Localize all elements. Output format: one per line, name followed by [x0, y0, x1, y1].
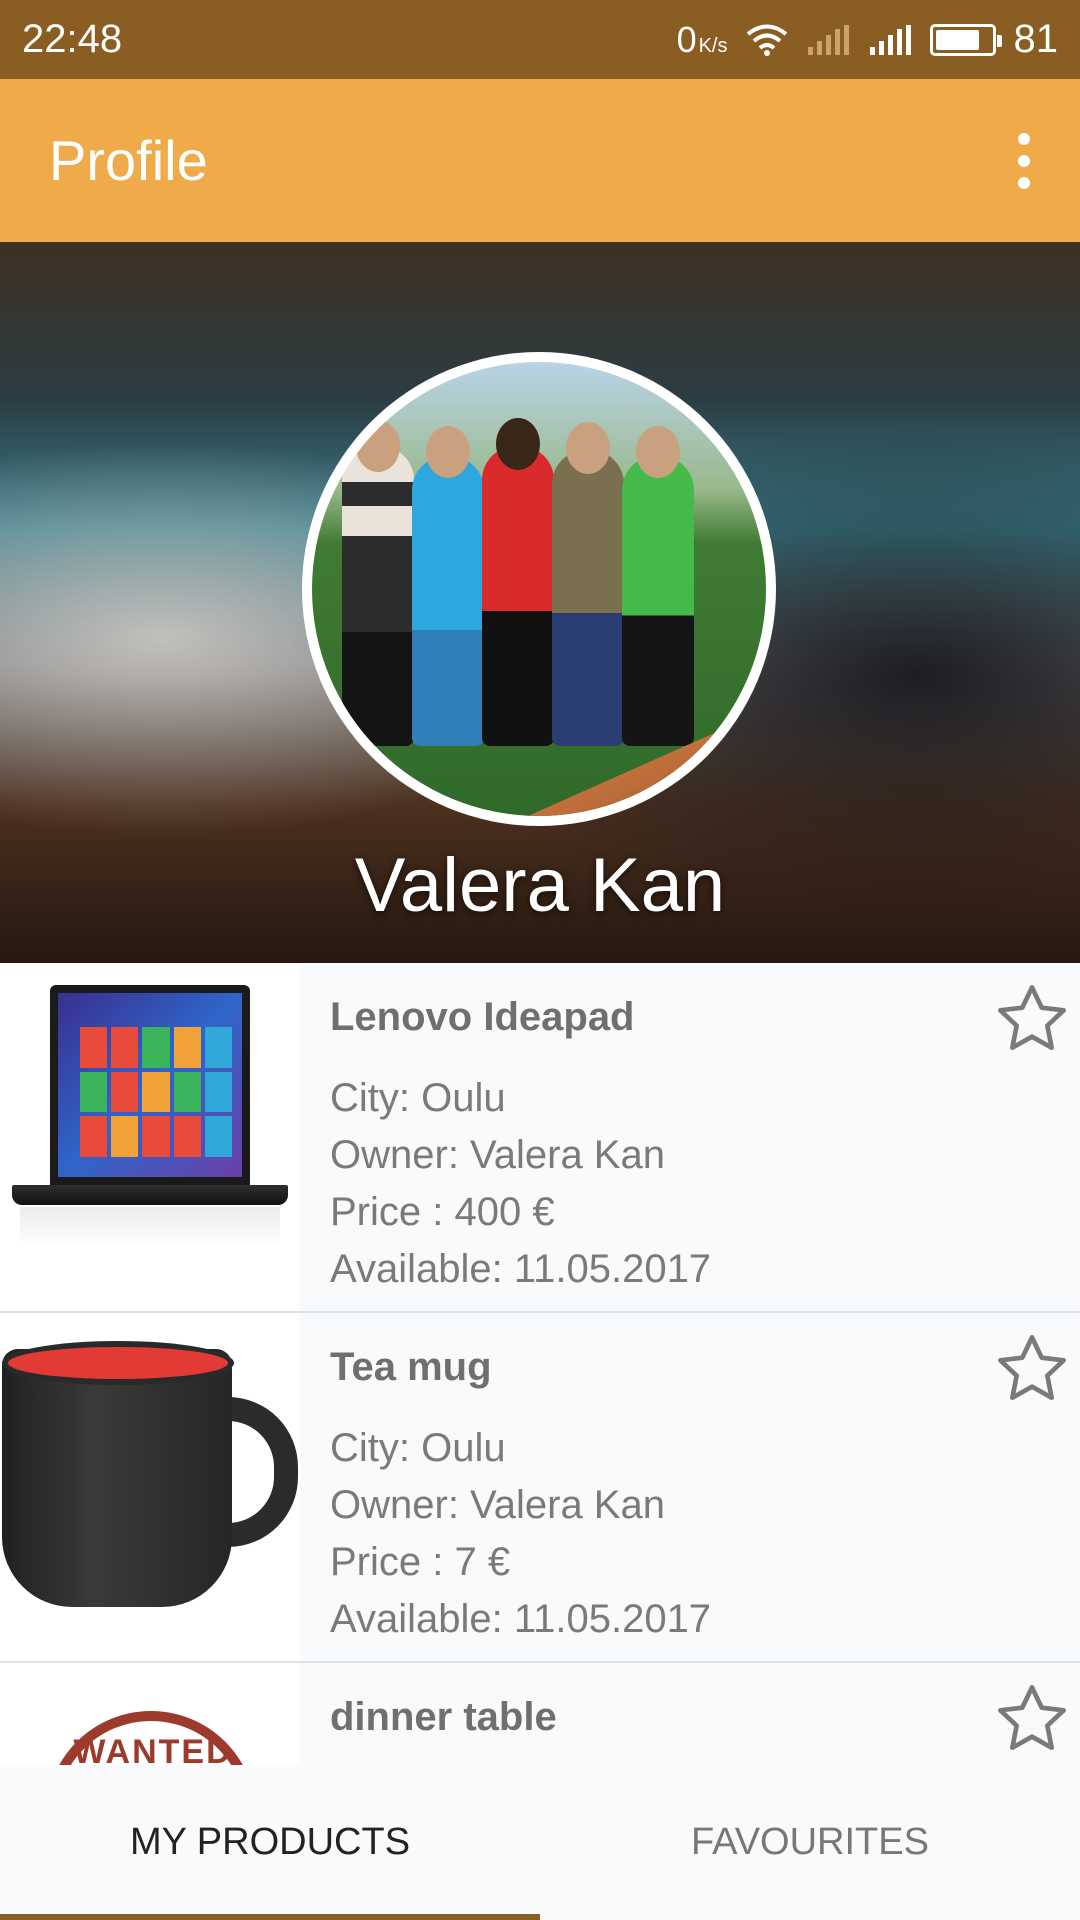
favourite-button[interactable]	[990, 1677, 1074, 1761]
product-title: dinner table	[330, 1695, 557, 1739]
star-outline-icon	[998, 985, 1066, 1050]
product-price: Price : 7 €	[330, 1540, 511, 1584]
product-title: Tea mug	[330, 1345, 492, 1389]
list-item[interactable]: Lenovo Ideapad City: Oulu Owner: Valera …	[0, 963, 1080, 1313]
product-info: Tea mug City: Oulu Owner: Valera Kan Pri…	[330, 1345, 970, 1648]
app-bar: Profile	[0, 79, 1080, 242]
list-item[interactable]: Tea mug City: Oulu Owner: Valera Kan Pri…	[0, 1313, 1080, 1663]
product-price: Price : 400 €	[330, 1190, 555, 1234]
star-outline-icon	[998, 1685, 1066, 1750]
network-speed-value: 0	[676, 18, 697, 60]
favourite-button[interactable]	[990, 1327, 1074, 1411]
page-title: Profile	[49, 129, 208, 192]
list-item[interactable]: WANTED dinner table	[0, 1663, 1080, 1765]
product-owner: Owner: Valera Kan	[330, 1483, 665, 1527]
tab-label: FAVOURITES	[691, 1821, 929, 1863]
status-indicators: 0 K/s 81	[677, 17, 1058, 62]
battery-level: 81	[1013, 17, 1059, 61]
signal-sim2-icon	[807, 24, 849, 55]
network-speed: 0 K/s	[677, 19, 728, 61]
profile-name: Valera Kan	[354, 843, 726, 928]
product-city: City: Oulu	[330, 1426, 506, 1470]
signal-icon	[869, 24, 911, 55]
tab-bar: MY PRODUCTS FAVOURITES	[0, 1765, 1080, 1920]
product-info: dinner table	[330, 1695, 970, 1765]
status-bar: 22:48 0 K/s 81	[0, 0, 1080, 79]
mug-image	[0, 1313, 300, 1661]
tab-my-products[interactable]: MY PRODUCTS	[0, 1765, 540, 1920]
avatar-photo	[312, 362, 766, 816]
tab-label: MY PRODUCTS	[129, 1821, 411, 1863]
product-available: Available: 11.05.2017	[330, 1597, 712, 1641]
more-vert-icon	[1018, 132, 1030, 145]
product-owner: Owner: Valera Kan	[330, 1133, 665, 1177]
tab-favourites[interactable]: FAVOURITES	[540, 1765, 1080, 1920]
network-speed-unit: K/s	[698, 34, 728, 57]
product-city: City: Oulu	[330, 1076, 506, 1120]
status-time: 22:48	[22, 17, 123, 61]
wanted-stamp-image: WANTED	[0, 1663, 300, 1765]
battery-icon	[929, 23, 1002, 56]
wifi-icon	[746, 24, 787, 56]
profile-header: Valera Kan	[0, 242, 1080, 963]
product-info: Lenovo Ideapad City: Oulu Owner: Valera …	[330, 995, 970, 1298]
favourite-button[interactable]	[990, 977, 1074, 1061]
product-title: Lenovo Ideapad	[330, 995, 635, 1039]
laptop-image	[0, 963, 300, 1311]
product-available: Available: 11.05.2017	[330, 1247, 712, 1291]
star-outline-icon	[998, 1335, 1066, 1400]
stamp-text: WANTED	[73, 1733, 233, 1765]
more-options-button[interactable]	[998, 121, 1050, 201]
profile-avatar[interactable]	[302, 352, 776, 826]
product-list[interactable]: Lenovo Ideapad City: Oulu Owner: Valera …	[0, 963, 1080, 1765]
tab-indicator	[0, 1914, 540, 1920]
